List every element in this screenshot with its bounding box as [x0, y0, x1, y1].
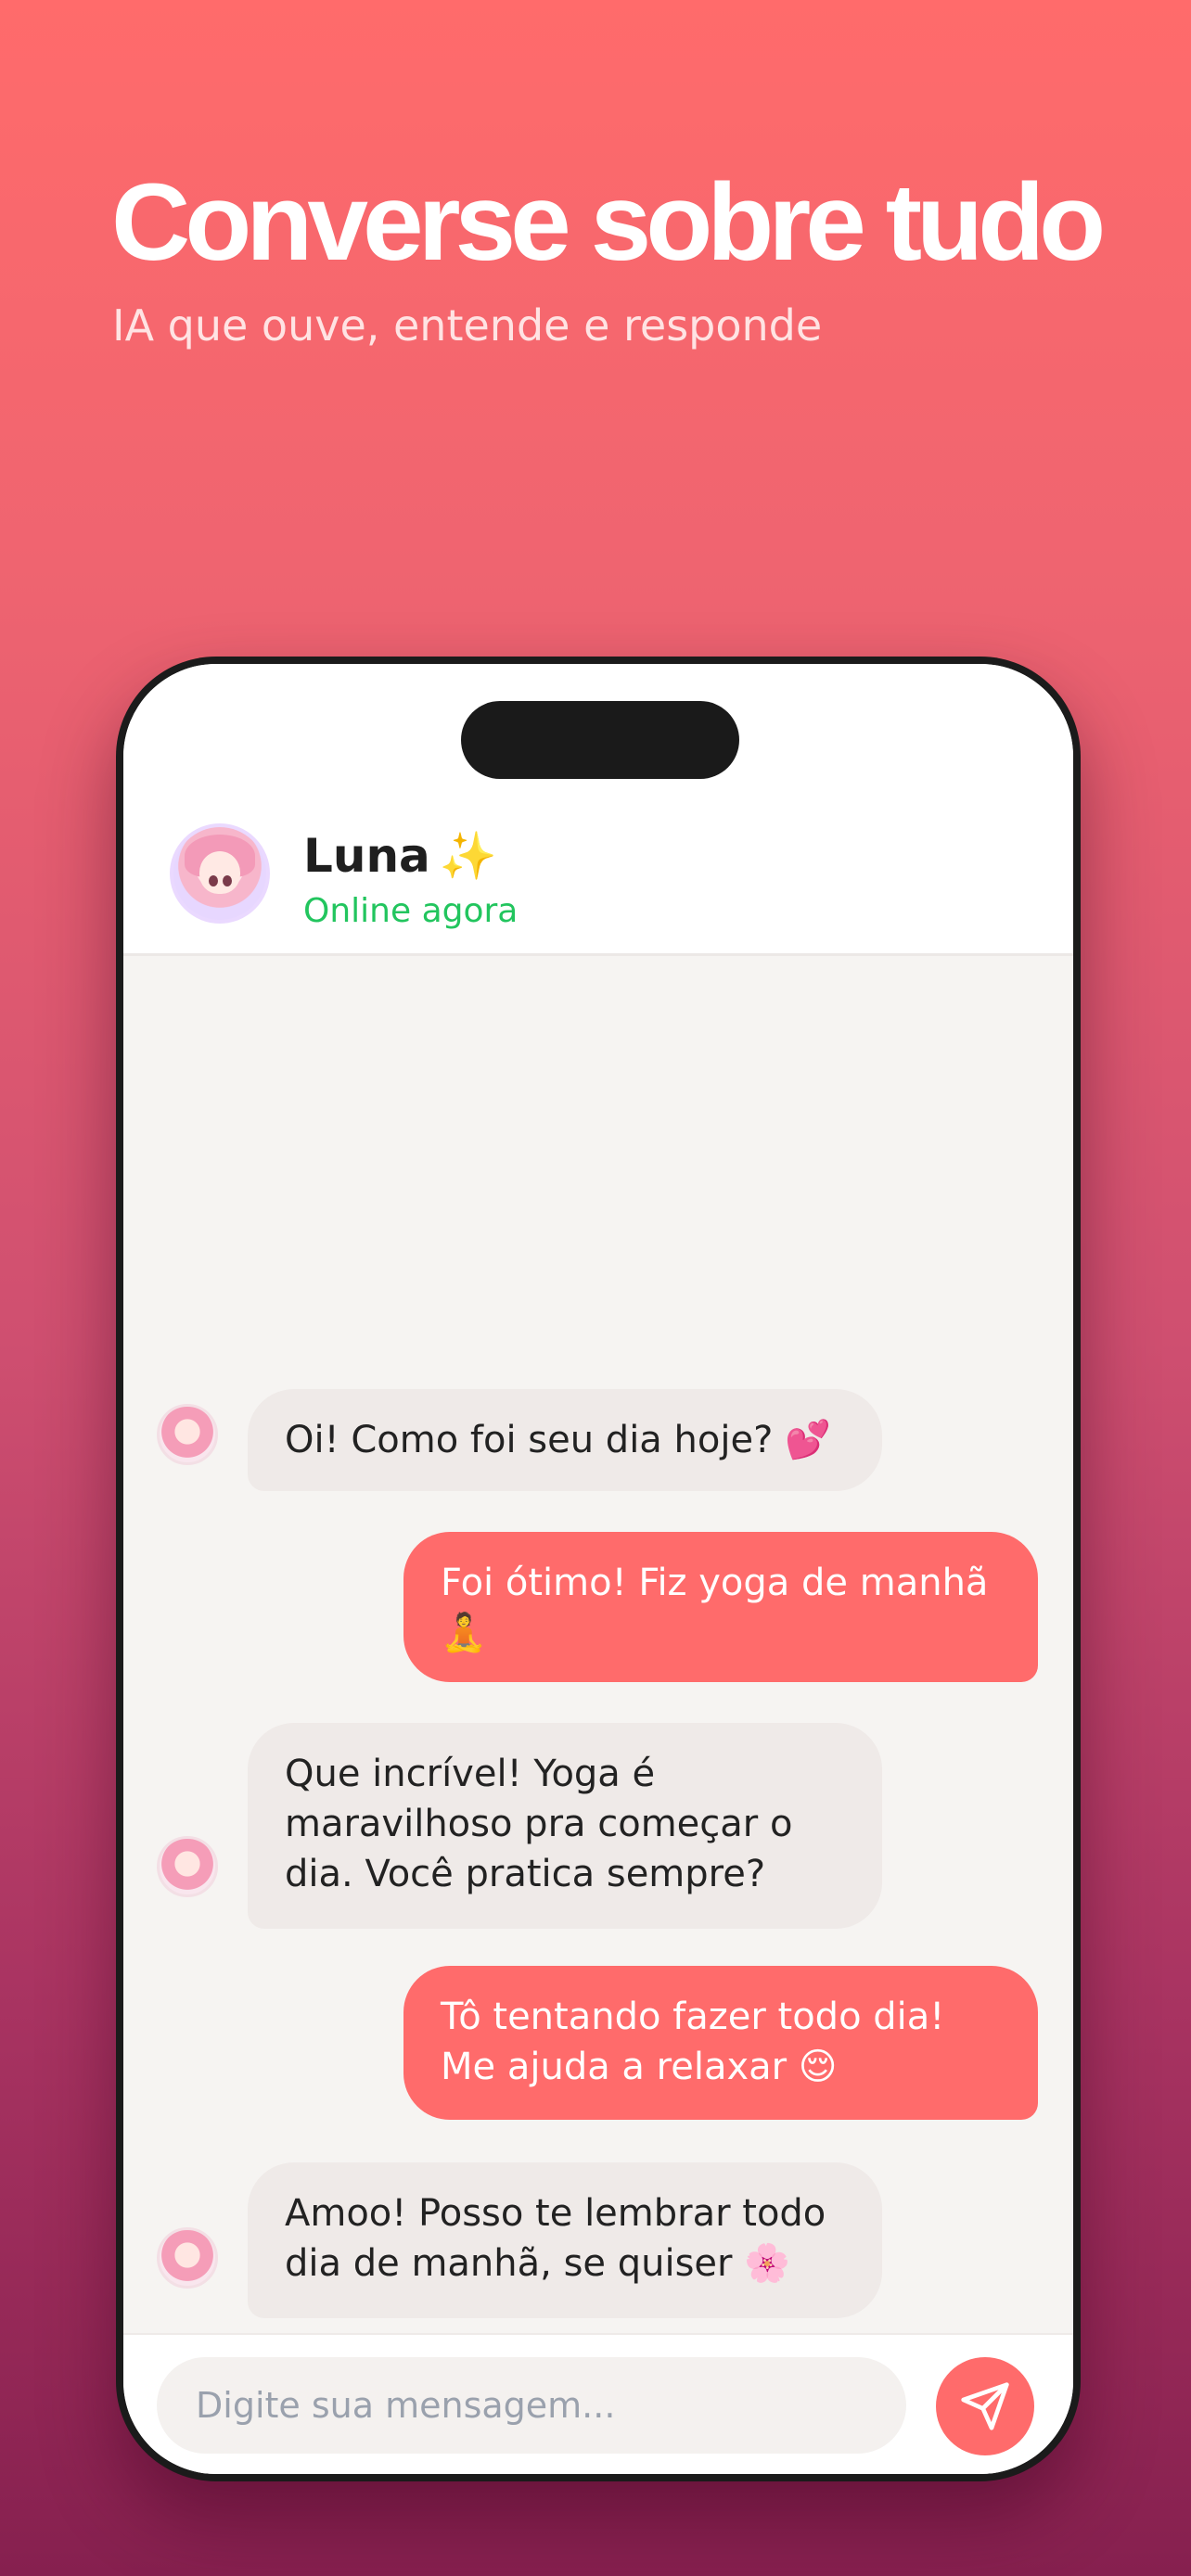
hero-title: Converse sobre tudo — [111, 161, 1106, 284]
hero-subtitle: IA que ouve, entende e responde — [112, 300, 823, 351]
dynamic-island — [461, 701, 739, 779]
send-icon — [961, 2382, 1009, 2430]
send-button[interactable] — [936, 2357, 1034, 2455]
message-bubble-bot: Que incrível! Yoga é maravilhoso pra com… — [248, 1723, 882, 1929]
bot-avatar — [157, 2227, 218, 2289]
message-input[interactable] — [157, 2357, 906, 2454]
message-input-bar — [123, 2333, 1073, 2474]
message-bubble-bot: Amoo! Posso te lembrar todo dia de manhã… — [248, 2162, 882, 2318]
message-bubble-bot: Oi! Como foi seu dia hoje? 💕 — [248, 1389, 882, 1491]
phone-screen: Luna ✨ Online agora Oi! Como foi seu dia … — [123, 664, 1073, 2474]
bot-avatar — [157, 1836, 218, 1897]
bot-avatar — [157, 1404, 218, 1465]
message-list: Oi! Como foi seu dia hoje? 💕 Foi ótimo! … — [123, 664, 1073, 2318]
message-bubble-user: Foi ótimo! Fiz yoga de manhã 🧘 — [403, 1532, 1038, 1682]
phone-mockup: Luna ✨ Online agora Oi! Como foi seu dia … — [116, 657, 1081, 2481]
message-bubble-user: Tô tentando fazer todo dia! Me ajuda a r… — [403, 1966, 1038, 2120]
